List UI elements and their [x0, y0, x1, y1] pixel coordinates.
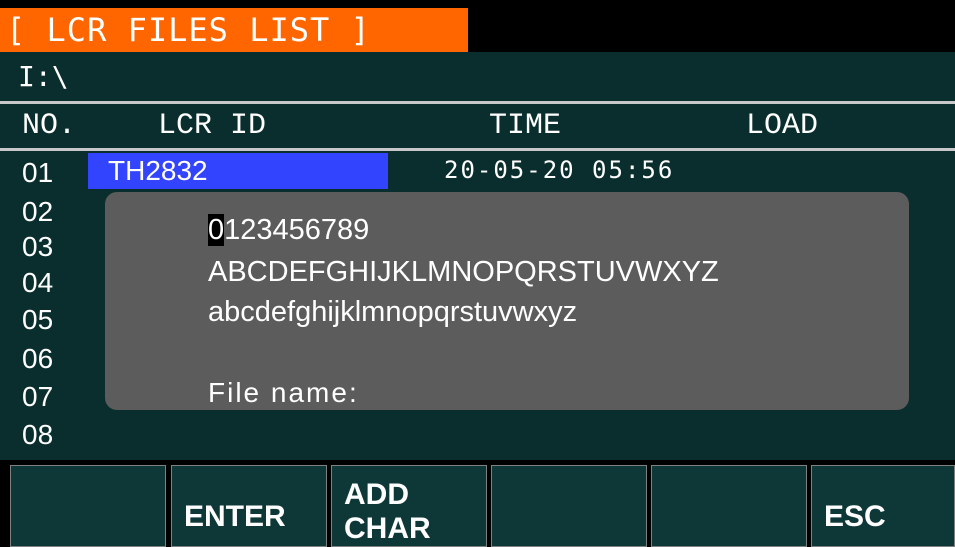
digits-line[interactable]: 0123456789	[208, 212, 369, 248]
row-number[interactable]: 02	[22, 195, 53, 229]
row-number[interactable]: 03	[22, 230, 53, 264]
enter-button[interactable]: ENTER	[171, 465, 327, 547]
esc-button[interactable]: ESC	[811, 465, 955, 547]
column-header-load: LOAD	[746, 109, 819, 143]
column-header-no: NO.	[22, 109, 77, 143]
softkey-5[interactable]	[651, 465, 807, 547]
row-number[interactable]: 08	[22, 418, 53, 452]
add-char-label-line2: CHAR	[344, 512, 431, 545]
lcr-files-screen: [ LCR FILES LIST ] I:\ NO. LCR ID TIME L…	[0, 0, 955, 547]
row-number[interactable]: 01	[22, 156, 53, 190]
add-char-button[interactable]: ADD CHAR	[331, 465, 487, 547]
row-number[interactable]: 04	[22, 266, 53, 300]
column-header-time: TIME	[489, 109, 562, 143]
add-char-label-line1: ADD	[344, 478, 409, 511]
file-name-label: File name:	[208, 377, 359, 408]
row-number[interactable]: 07	[22, 380, 53, 414]
current-path: I:\	[18, 60, 69, 93]
softkey-4[interactable]	[491, 465, 647, 547]
row-number[interactable]: 06	[22, 342, 53, 376]
softkey-1[interactable]	[10, 465, 166, 547]
enter-label: ENTER	[184, 500, 286, 533]
window-title: [ LCR FILES LIST ]	[0, 8, 468, 52]
separator-header	[0, 148, 955, 151]
file-entry-selected[interactable]: TH2832	[88, 153, 388, 189]
column-header-lcr-id: LCR ID	[158, 109, 267, 143]
lowercase-line[interactable]: abcdefghijklmnopqrstuvwxyz	[208, 294, 577, 330]
uppercase-line[interactable]: ABCDEFGHIJKLMNOPQRSTUVWXYZ	[208, 254, 719, 290]
row-number[interactable]: 05	[22, 303, 53, 337]
char-cursor[interactable]: 0	[208, 214, 225, 246]
file-entry-time: 20-05-20 05:56	[444, 156, 675, 184]
esc-label: ESC	[824, 500, 886, 533]
digits-rest[interactable]: 123456789	[224, 214, 369, 246]
